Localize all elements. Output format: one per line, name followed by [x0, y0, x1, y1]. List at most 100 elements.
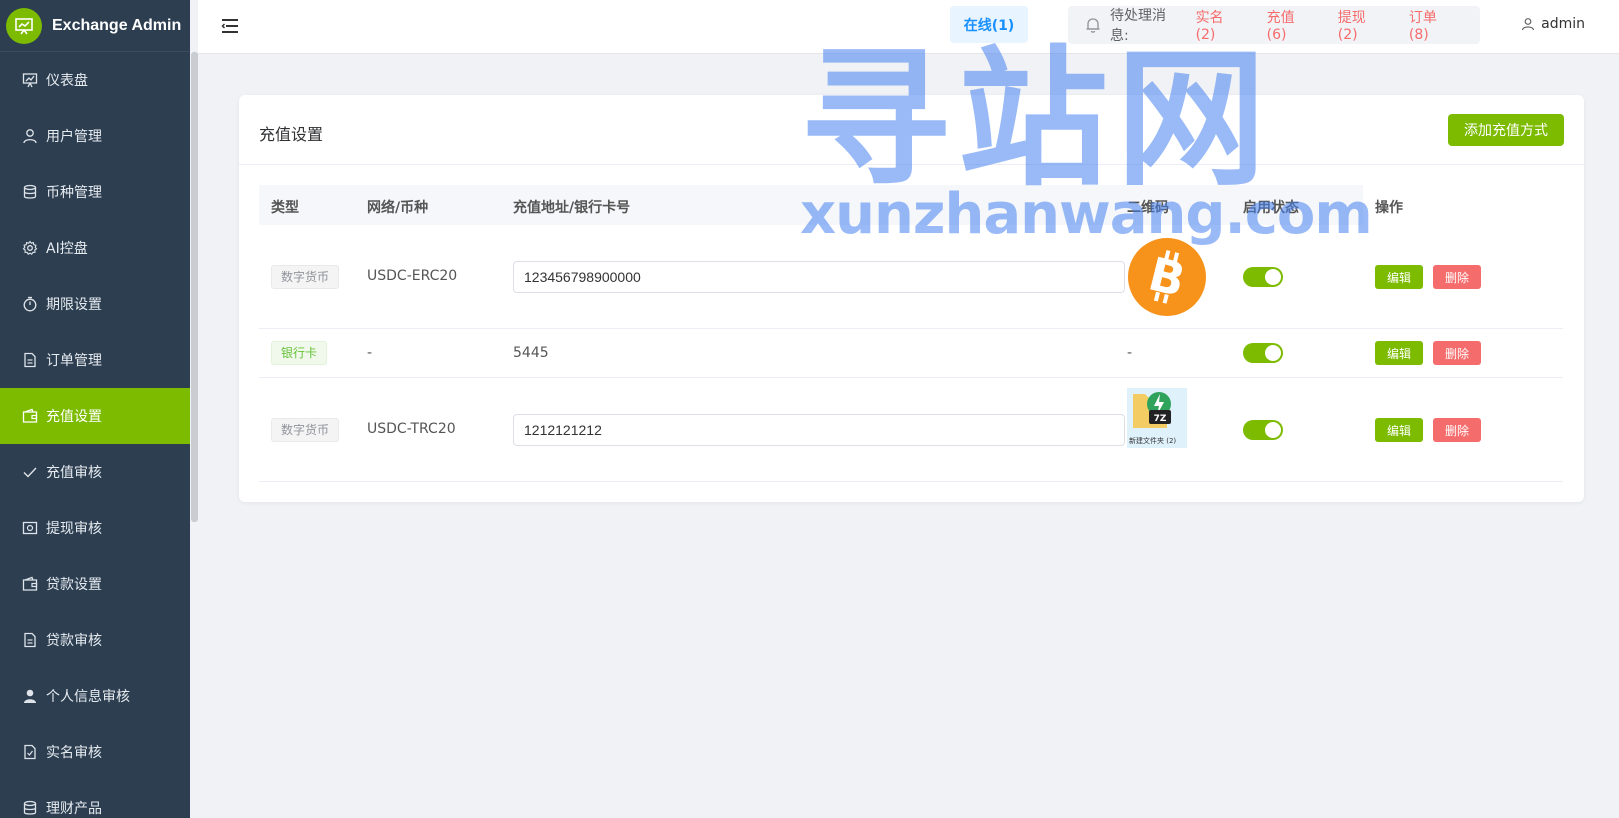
dashboard-icon [22, 72, 38, 88]
wallet-icon [22, 576, 38, 592]
table-header: 类型 网络/币种 充值地址/银行卡号 二维码 启用状态 操作 [259, 185, 1563, 225]
sidebar-item-dashboard[interactable]: 仪表盘 [0, 52, 190, 108]
page-title: 充值设置 [259, 125, 324, 144]
col-address: 充值地址/银行卡号 [513, 200, 631, 216]
sidebar-item-currency[interactable]: 币种管理 [0, 164, 190, 220]
network-cell: - [367, 345, 373, 361]
sidebar-item-recharge-review[interactable]: 充值审核 [0, 444, 190, 500]
recharge-settings-card: 充值设置 添加充值方式 类型 网络/币种 充值地址/银行卡号 二维码 启用状态 … [239, 95, 1584, 502]
delete-button[interactable]: 删除 [1433, 418, 1481, 442]
sidebar-item-label: 贷款审核 [46, 633, 102, 649]
database-icon [22, 184, 38, 200]
person-icon [22, 688, 38, 704]
sidebar-item-label: AI控盘 [46, 241, 88, 257]
sidebar-item-label: 贷款设置 [46, 577, 102, 593]
address-text: 5445 [513, 345, 549, 361]
sidebar-item-personal-info-review[interactable]: 个人信息审核 [0, 668, 190, 724]
table-row: 数字货币 USDC-TRC20 7Z 新建文件夹 (2) 编辑删除 [259, 378, 1563, 482]
folder-icon: 7Z [1133, 392, 1171, 428]
user-icon [22, 128, 38, 144]
sidebar-item-label: 个人信息审核 [46, 689, 130, 705]
sidebar-menu: 仪表盘 用户管理 币种管理 AI控盘 期限设置 订单管理 充值设置 充值审核 提… [0, 52, 190, 818]
sidebar-item-loan-review[interactable]: 贷款审核 [0, 612, 190, 668]
sidebar-item-users[interactable]: 用户管理 [0, 108, 190, 164]
col-network: 网络/币种 [367, 200, 429, 216]
wallet-icon [22, 408, 38, 424]
document-icon [22, 352, 38, 368]
chart-board-icon [6, 7, 42, 44]
enabled-toggle[interactable] [1243, 267, 1283, 287]
sidebar-item-term[interactable]: 期限设置 [0, 276, 190, 332]
network-cell: USDC-TRC20 [367, 421, 456, 437]
type-tag: 银行卡 [271, 341, 328, 365]
timer-icon [22, 296, 38, 312]
bell-icon [1084, 16, 1102, 34]
user-icon [1522, 18, 1535, 31]
qrcode-caption: 新建文件夹 (2) [1129, 437, 1177, 445]
doc-check-icon [22, 744, 38, 760]
online-count-badge[interactable]: 在线(1) [950, 6, 1028, 43]
sidebar-item-wealth-products[interactable]: 理财产品 [0, 780, 190, 818]
recharge-methods-table: 类型 网络/币种 充值地址/银行卡号 二维码 启用状态 操作 数字货币 USDC… [259, 185, 1563, 482]
pending-recharge-link[interactable]: 充值(6) [1267, 7, 1314, 43]
col-status: 启用状态 [1243, 200, 1299, 216]
delete-button[interactable]: 删除 [1433, 341, 1481, 365]
delete-button[interactable]: 删除 [1433, 265, 1481, 289]
sidebar-item-label: 理财产品 [46, 801, 102, 817]
table-row: 数字货币 USDC-ERC20 B 编辑删除 [259, 225, 1563, 329]
sidebar-item-label: 充值审核 [46, 465, 102, 481]
sidebar-item-label: 提现审核 [46, 521, 102, 537]
database-icon [22, 800, 38, 816]
address-input[interactable] [513, 414, 1125, 446]
document-icon [22, 632, 38, 648]
qrcode-thumbnail[interactable]: 7Z 新建文件夹 (2) [1127, 388, 1187, 448]
pending-withdraw-link[interactable]: 提现(2) [1338, 7, 1385, 43]
menu-toggle-icon[interactable] [220, 16, 240, 36]
sidebar-item-realname-review[interactable]: 实名审核 [0, 724, 190, 780]
gear-icon [22, 240, 38, 256]
user-menu[interactable]: admin [1521, 16, 1585, 32]
sidebar: Exchange Admin 仪表盘 用户管理 币种管理 AI控盘 期限设置 订… [0, 0, 190, 818]
edit-button[interactable]: 编辑 [1375, 265, 1423, 289]
pending-realname-link[interactable]: 实名(2) [1196, 7, 1243, 43]
qrcode-empty: - [1127, 345, 1133, 361]
bitcoin-icon[interactable]: B [1127, 237, 1207, 321]
pending-orders-link[interactable]: 订单(8) [1409, 7, 1456, 43]
logo[interactable]: Exchange Admin [0, 0, 190, 52]
col-qrcode: 二维码 [1127, 200, 1169, 216]
card-header: 充值设置 添加充值方式 [239, 95, 1584, 165]
sidebar-item-label: 用户管理 [46, 129, 102, 145]
sidebar-item-recharge-settings[interactable]: 充值设置 [0, 388, 190, 444]
sidebar-item-label: 期限设置 [46, 297, 102, 313]
sidebar-scrollbar[interactable] [191, 52, 198, 522]
col-actions: 操作 [1375, 200, 1403, 216]
sidebar-item-loan-settings[interactable]: 贷款设置 [0, 556, 190, 612]
svg-text:7Z: 7Z [1154, 414, 1167, 424]
money-icon [22, 520, 38, 536]
type-tag: 数字货币 [271, 418, 340, 442]
username: admin [1541, 16, 1585, 32]
pending-label: 待处理消息: [1110, 8, 1166, 44]
sidebar-item-withdraw-review[interactable]: 提现审核 [0, 500, 190, 556]
top-header: 在线(1) 待处理消息: 实名(2) 充值(6) 提现(2) 订单(8) adm… [198, 0, 1619, 54]
app-title: Exchange Admin [52, 16, 182, 34]
sidebar-item-label: 充值设置 [46, 409, 102, 425]
pending-messages-bar: 待处理消息: 实名(2) 充值(6) 提现(2) 订单(8) [1068, 6, 1480, 44]
type-tag: 数字货币 [271, 265, 340, 289]
sidebar-item-label: 订单管理 [46, 353, 102, 369]
sidebar-item-label: 仪表盘 [46, 73, 88, 89]
edit-button[interactable]: 编辑 [1375, 341, 1423, 365]
network-cell: USDC-ERC20 [367, 268, 458, 284]
enabled-toggle[interactable] [1243, 420, 1283, 440]
sidebar-item-orders[interactable]: 订单管理 [0, 332, 190, 388]
address-input[interactable] [513, 261, 1125, 293]
add-recharge-method-button[interactable]: 添加充值方式 [1448, 114, 1564, 146]
check-icon [22, 464, 38, 480]
sidebar-item-ai-control[interactable]: AI控盘 [0, 220, 190, 276]
table-row: 银行卡 - 5445 - 编辑 删除 [259, 329, 1563, 378]
enabled-toggle[interactable] [1243, 343, 1283, 363]
sidebar-item-label: 实名审核 [46, 745, 102, 761]
col-type: 类型 [271, 200, 299, 216]
sidebar-item-label: 币种管理 [46, 185, 102, 201]
edit-button[interactable]: 编辑 [1375, 418, 1423, 442]
